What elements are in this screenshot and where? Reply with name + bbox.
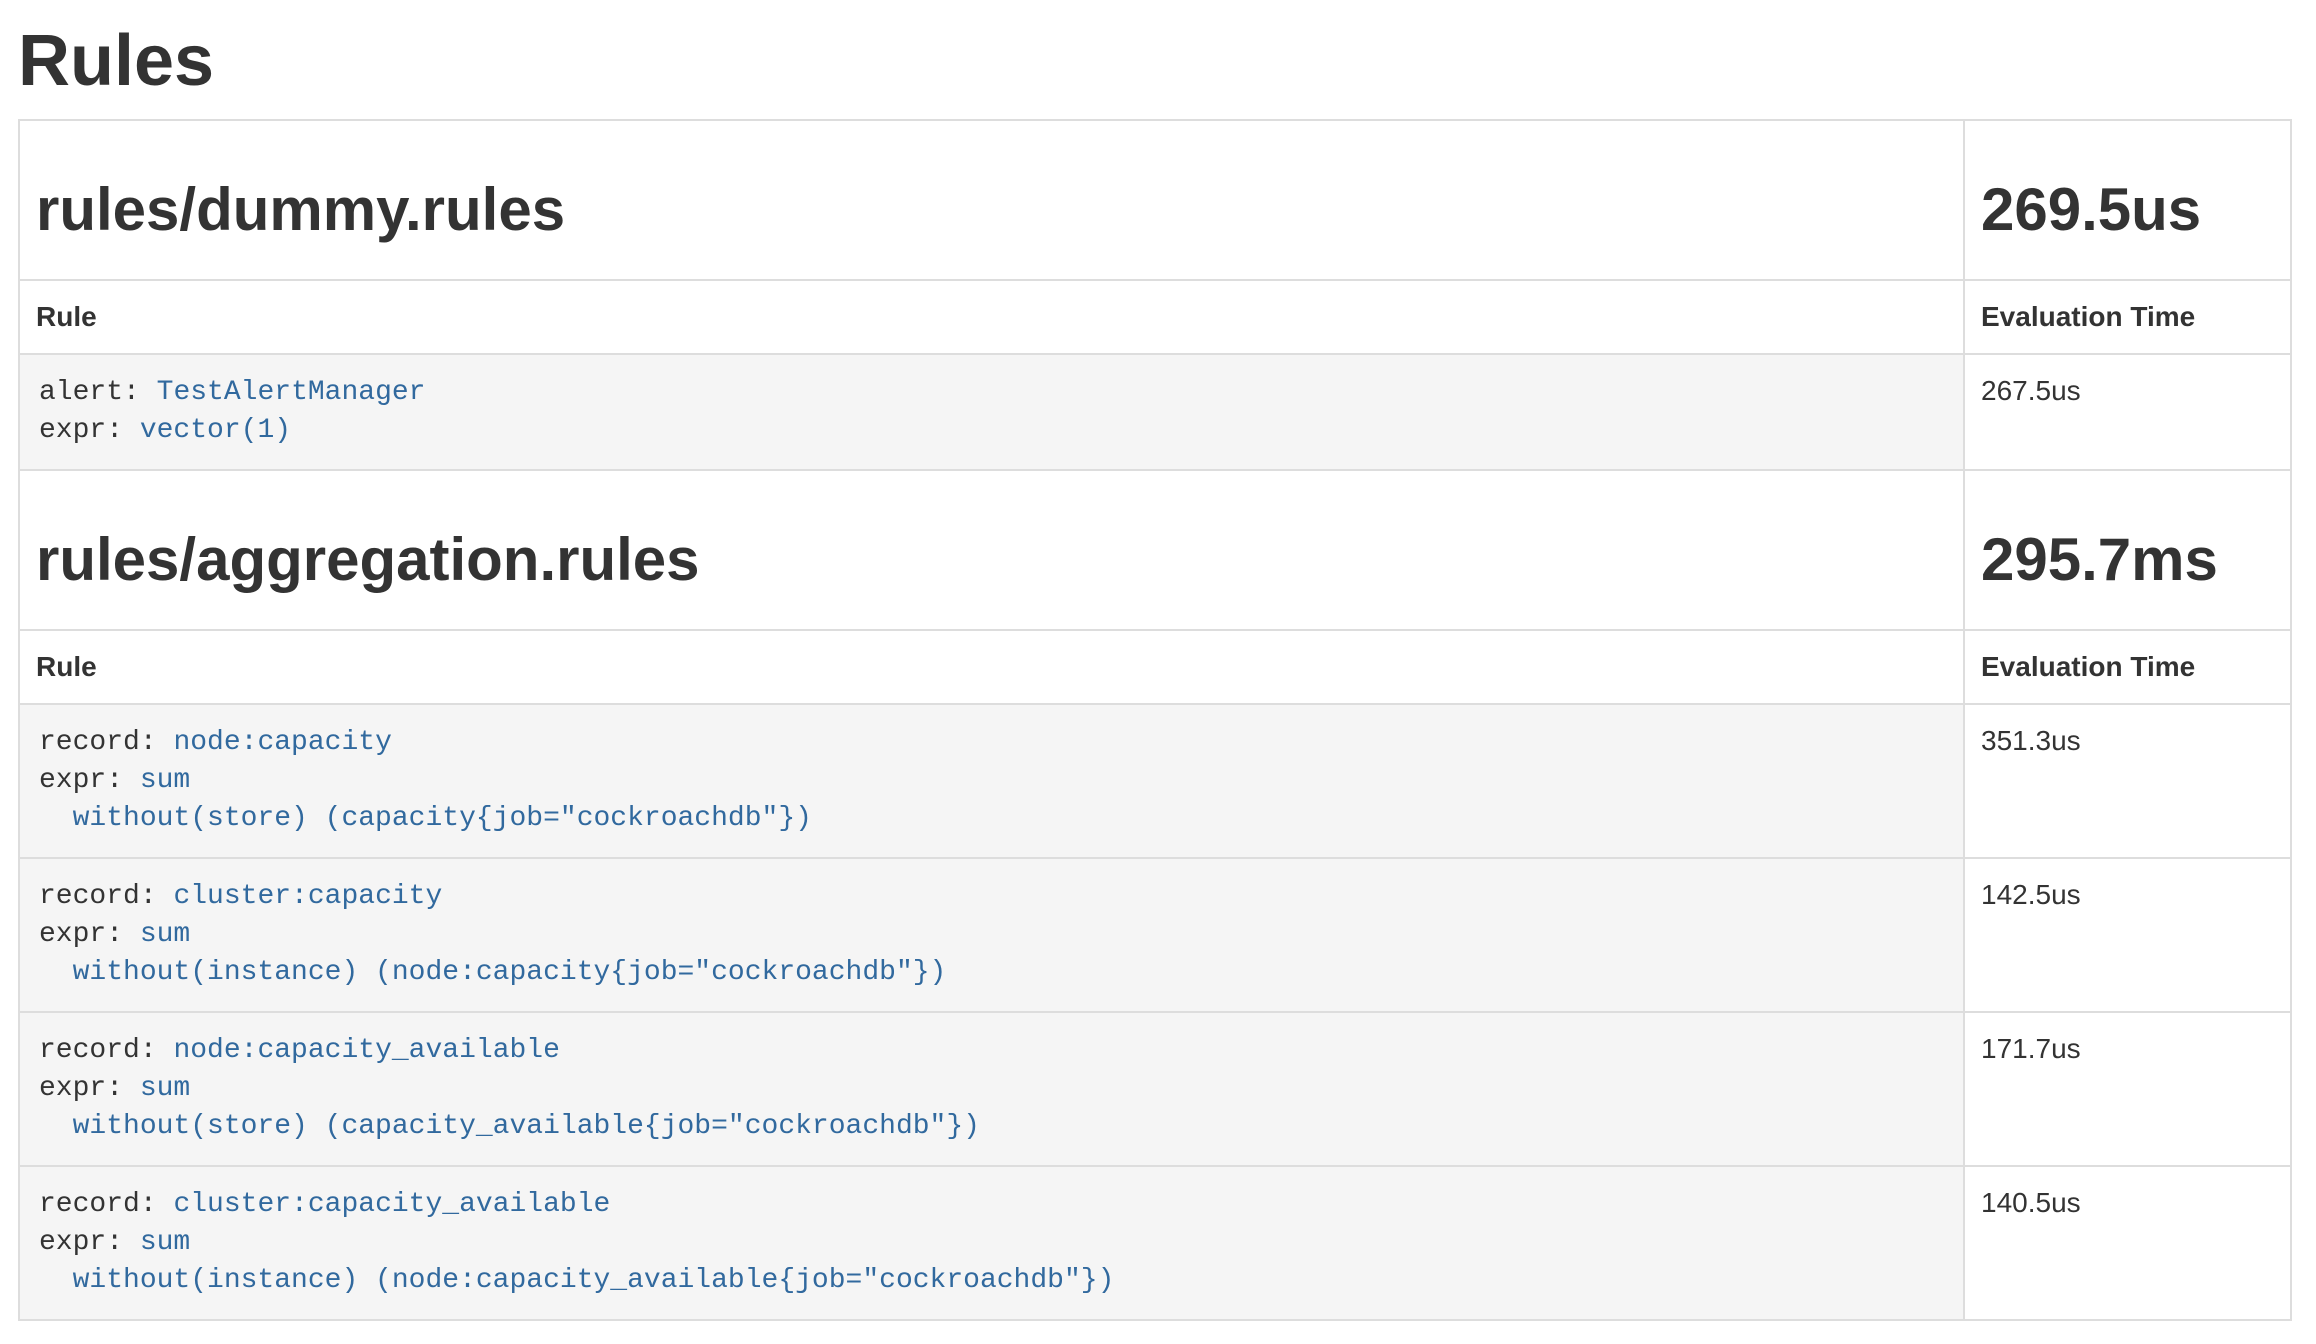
rule-definition: record: node:capacity_available expr: su… [20,1013,1963,1165]
column-header-eval-time: Evaluation Time [1964,630,2291,704]
rule-cell: record: cluster:capacity_available expr:… [19,1166,1964,1320]
rule-eval-time: 267.5us [1964,354,2291,470]
prometheus-rules-page: { "page": { "title": "Rules" }, "labels"… [0,22,2316,1344]
rule-cell: record: node:capacity_available expr: su… [19,1012,1964,1166]
rule-row: record: node:capacity_available expr: su… [19,1012,2291,1166]
page-title: Rules [18,22,2292,101]
expr-keyword: expr: [39,1073,123,1104]
column-header-rule: Rule [19,630,1964,704]
rule-name-link[interactable]: cluster:capacity [173,881,442,912]
rule-row: record: cluster:capacity_available expr:… [19,1166,2291,1320]
expr-keyword: expr: [39,415,123,446]
rule-group-name: rules/aggregation.rules [36,527,1947,593]
column-header-rule: Rule [19,280,1964,354]
rule-cell: alert: TestAlertManager expr: vector(1) [19,354,1964,470]
rule-group-cell: rules/dummy.rules [19,120,1964,280]
rule-expr-link[interactable]: sum without(instance) (node:capacity{job… [39,919,946,988]
rules-container: Rules rules/dummy.rules269.5usRuleEvalua… [0,22,2316,1321]
rule-expr-link[interactable]: vector(1) [140,415,291,446]
rule-expr-link[interactable]: sum without(instance) (node:capacity_ava… [39,1227,1114,1296]
rule-keyword: record: [39,727,157,758]
rule-definition: record: cluster:capacity_available expr:… [20,1167,1963,1319]
rule-eval-time: 142.5us [1964,858,2291,1012]
rule-name-link[interactable]: node:capacity_available [173,1035,559,1066]
rule-cell: record: cluster:capacity expr: sum witho… [19,858,1964,1012]
rule-definition: record: cluster:capacity expr: sum witho… [20,859,1963,1011]
rule-group-row: rules/dummy.rules 269.5us [19,120,2291,280]
rule-definition: alert: TestAlertManager expr: vector(1) [20,355,1963,469]
rule-eval-time: 351.3us [1964,704,2291,858]
rule-cell: record: node:capacity expr: sum without(… [19,704,1964,858]
rule-name-link[interactable]: TestAlertManager [157,377,426,408]
expr-keyword: expr: [39,919,123,950]
rule-definition: record: node:capacity expr: sum without(… [20,705,1963,857]
rule-keyword: record: [39,1035,157,1066]
expr-keyword: expr: [39,765,123,796]
rule-row: record: cluster:capacity expr: sum witho… [19,858,2291,1012]
rule-eval-time: 140.5us [1964,1166,2291,1320]
rule-group-eval-cell: 295.7ms [1964,470,2291,630]
rule-group-name: rules/dummy.rules [36,177,1947,243]
expr-keyword: expr: [39,1227,123,1258]
rules-table: rules/dummy.rules269.5usRuleEvaluation T… [18,119,2292,1321]
rule-eval-time: 171.7us [1964,1012,2291,1166]
column-header-row: RuleEvaluation Time [19,630,2291,704]
column-header-eval-time: Evaluation Time [1964,280,2291,354]
rule-expr-link[interactable]: sum without(store) (capacity{job="cockro… [39,765,812,834]
rule-keyword: alert: [39,377,140,408]
rule-expr-link[interactable]: sum without(store) (capacity_available{j… [39,1073,980,1142]
rule-row: alert: TestAlertManager expr: vector(1)2… [19,354,2291,470]
rule-group-eval-time: 295.7ms [1981,527,2274,593]
rule-group-eval-cell: 269.5us [1964,120,2291,280]
column-header-row: RuleEvaluation Time [19,280,2291,354]
rule-group-row: rules/aggregation.rules 295.7ms [19,470,2291,630]
rule-row: record: node:capacity expr: sum without(… [19,704,2291,858]
rule-keyword: record: [39,1189,157,1220]
rule-group-cell: rules/aggregation.rules [19,470,1964,630]
rule-keyword: record: [39,881,157,912]
rule-group-eval-time: 269.5us [1981,177,2274,243]
rule-name-link[interactable]: cluster:capacity_available [173,1189,610,1220]
rule-name-link[interactable]: node:capacity [173,727,391,758]
